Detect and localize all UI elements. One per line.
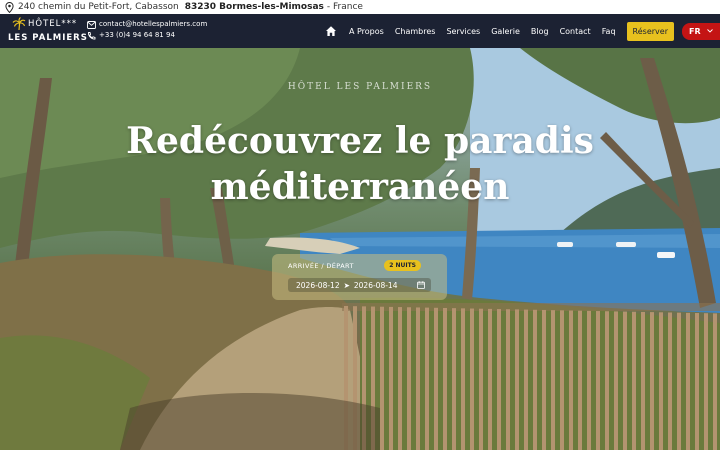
fence-slat (398, 307, 402, 450)
hero-section: HÔTEL LES PALMIERS Redécouvrez le paradi… (0, 48, 720, 450)
home-icon[interactable] (325, 25, 337, 37)
chevron-down-icon (706, 29, 713, 33)
map-pin-icon (5, 1, 14, 13)
address-bar: 240 chemin du Petit-Fort, Cabasson 83230… (0, 0, 720, 14)
fence-slat (443, 307, 447, 450)
address-street: 240 chemin du Petit-Fort, Cabasson (18, 2, 179, 12)
nights-badge: 2 NUITS (384, 260, 421, 271)
language-label: FR (689, 26, 701, 36)
fence-slat (533, 309, 537, 450)
address-country: - France (326, 2, 363, 12)
email-row[interactable]: contact@hotellespalmiers.com (87, 19, 207, 30)
contact-info: contact@hotellespalmiers.com +33 (0)4 94… (87, 19, 207, 41)
fence-slat (587, 310, 591, 450)
main-navigation: HÔTEL*** LES PALMIERS contact@hotellespa… (0, 14, 720, 48)
fence-slat (407, 307, 411, 450)
fence-slat (452, 308, 456, 450)
mail-icon (87, 20, 96, 29)
fence-slat (659, 312, 663, 450)
fence-slat (497, 309, 501, 450)
fence-slat (524, 309, 528, 450)
nav-chambres[interactable]: Chambres (395, 27, 436, 36)
hero-title: Redécouvrez le paradis méditerranéen (126, 120, 594, 208)
book-button[interactable]: Réserver (626, 21, 674, 41)
fence-slat (560, 310, 564, 450)
hero-background-image (0, 48, 720, 450)
fence-slat (614, 311, 618, 450)
fence-slat (416, 307, 420, 450)
nav-blog[interactable]: Blog (531, 27, 549, 36)
hero-kicker: HÔTEL LES PALMIERS (287, 82, 433, 92)
departure-date: 2026-08-14 (353, 280, 398, 290)
phone-link[interactable]: +33 (0)4 94 64 81 94 (99, 30, 175, 41)
fence-slat (704, 313, 708, 450)
fence-slat (542, 309, 546, 450)
fence-slat (551, 310, 555, 450)
nav-menu: A Propos Chambres Services Galerie Blog … (325, 14, 720, 48)
fence-slat (623, 311, 627, 450)
fence-slat (713, 313, 717, 450)
fence-slat (506, 309, 510, 450)
fence-slat (515, 309, 519, 450)
date-picker-widget[interactable]: ARRIVÉE / DÉPART 2 NUITS 2026-08-12 ➤ 20… (272, 254, 447, 300)
email-link[interactable]: contact@hotellespalmiers.com (99, 19, 207, 30)
fence-slat (488, 308, 492, 450)
fence-slat (668, 312, 672, 450)
fence-slat (470, 308, 474, 450)
fence-slat (569, 310, 573, 450)
address-city: 83230 Bormes-les-Mimosas (184, 2, 324, 12)
fence-slat (686, 312, 690, 450)
nav-services[interactable]: Services (446, 27, 480, 36)
nav-galerie[interactable]: Galerie (491, 27, 520, 36)
palm-tree-icon (12, 17, 26, 31)
nav-faq[interactable]: Faq (602, 27, 616, 36)
nav-a-propos[interactable]: A Propos (349, 27, 384, 36)
fence-slat (389, 306, 393, 450)
logo-line1: HÔTEL*** (28, 19, 78, 29)
calendar-icon[interactable] (417, 281, 425, 289)
fence-slat (605, 311, 609, 450)
nav-contact[interactable]: Contact (560, 27, 591, 36)
date-picker-label: ARRIVÉE / DÉPART (288, 262, 354, 270)
phone-row[interactable]: +33 (0)4 94 64 81 94 (87, 30, 207, 41)
fence-slat (695, 313, 699, 450)
fence-slat (632, 311, 636, 450)
fence-slat (578, 310, 582, 450)
phone-icon (88, 31, 96, 39)
arrow-icon: ➤ (343, 280, 350, 290)
arrival-date: 2026-08-12 (296, 280, 340, 290)
hotel-logo[interactable]: HÔTEL*** LES PALMIERS (8, 17, 87, 45)
language-selector[interactable]: FR (682, 22, 720, 40)
fence-slat (677, 312, 681, 450)
fence-slat (641, 311, 645, 450)
fence-slat (425, 307, 429, 450)
logo-line2: LES PALMIERS (8, 33, 88, 43)
fence-slat (596, 311, 600, 450)
fence-slat (380, 306, 384, 450)
fence-slat (434, 307, 438, 450)
fence-slat (461, 308, 465, 450)
fence-slat (479, 308, 483, 450)
date-range-field[interactable]: 2026-08-12 ➤ 2026-08-14 (288, 278, 431, 292)
fence-slat (650, 312, 654, 450)
